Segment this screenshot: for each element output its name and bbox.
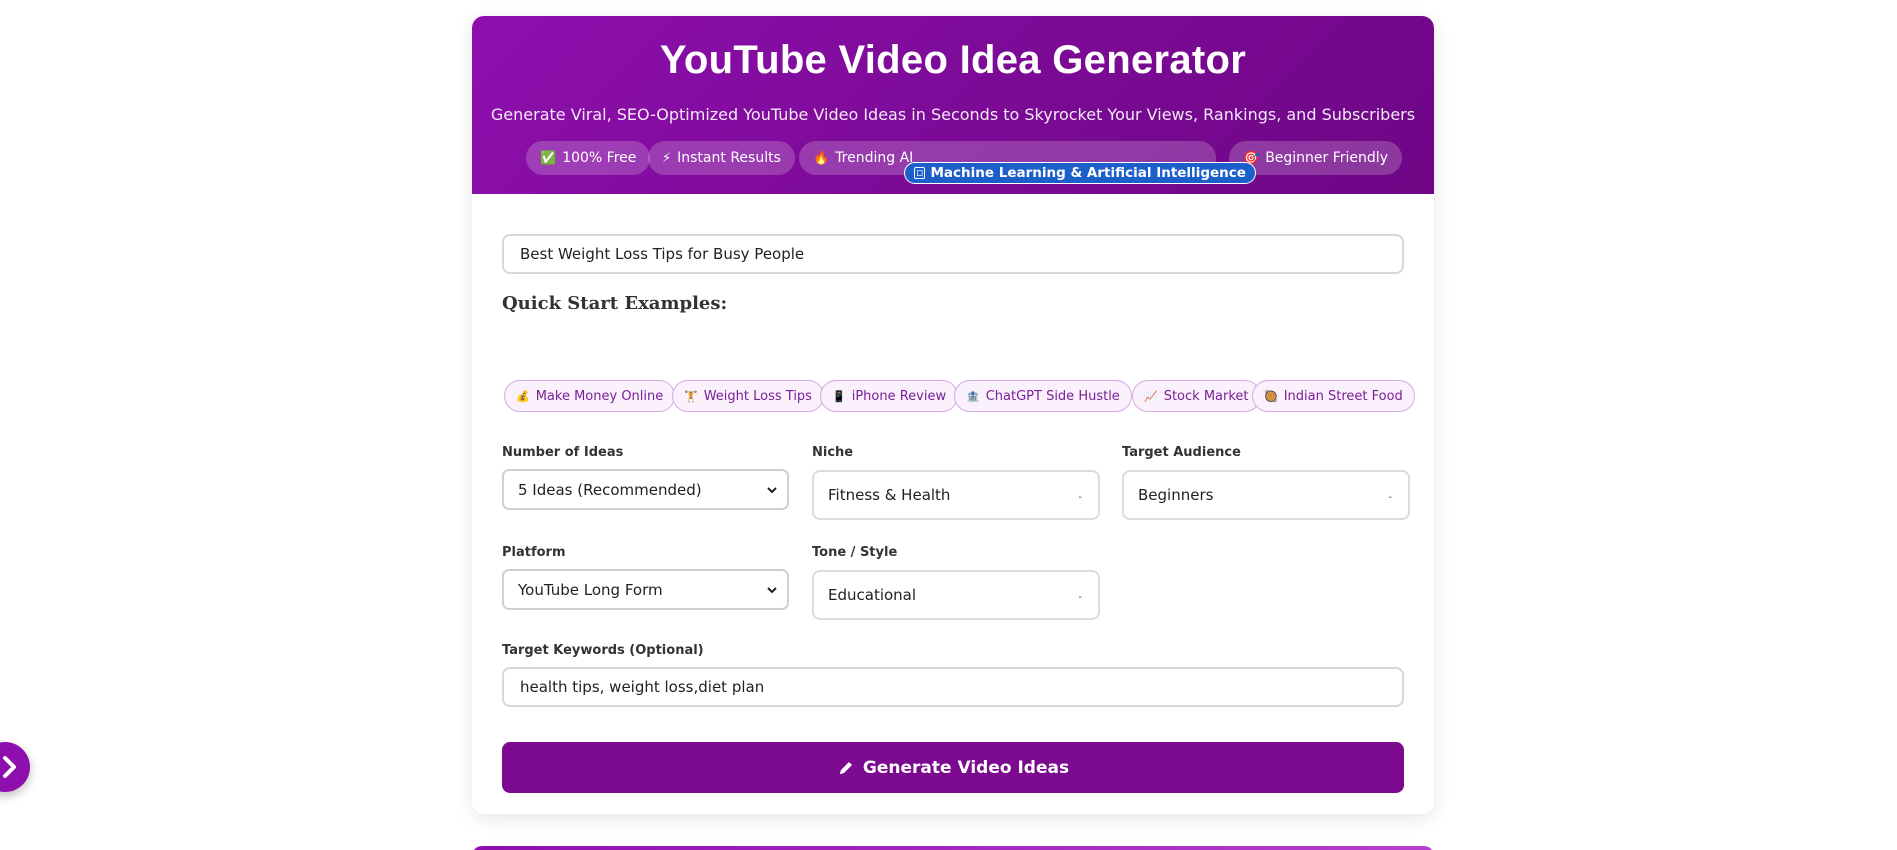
example-chip-chatgpt[interactable]: 🏦 ChatGPT Side Hustle [954, 380, 1132, 412]
niche-select[interactable]: Fitness & Health - [812, 470, 1100, 520]
page-title: YouTube Video Idea Generator [659, 38, 1247, 82]
quick-start-title: Quick Start Examples: [502, 293, 728, 314]
chip-icon: ▫ [914, 166, 926, 179]
page-subtitle: Generate Viral, SEO-Optimized YouTube Vi… [490, 105, 1416, 124]
audience-select[interactable]: Beginners - [1122, 470, 1410, 520]
badge-instant: ⚡ Instant Results [648, 141, 795, 175]
weightlifter-icon: 🏋 [684, 389, 698, 403]
num-ideas-label: Number of Ideas [502, 445, 624, 460]
keywords-input[interactable]: health tips, weight loss,diet plan [502, 667, 1404, 707]
audience-label: Target Audience [1122, 445, 1241, 460]
dropdown-indicator-icon: - [1078, 592, 1082, 603]
food-icon: 🥘 [1264, 389, 1278, 403]
tooltip-badge: ▫ Machine Learning & Artificial Intellig… [904, 162, 1256, 184]
example-chip-stock[interactable]: 📈 Stock Market [1132, 380, 1261, 412]
badge-free: ✅ 100% Free [526, 141, 651, 175]
lightning-icon: ⚡ [662, 150, 672, 166]
example-chip-make-money[interactable]: 💰 Make Money Online [504, 380, 676, 412]
tone-label: Tone / Style [812, 545, 898, 560]
topic-input[interactable]: Best Weight Loss Tips for Busy People [502, 234, 1404, 274]
chevron-down-icon [767, 587, 777, 594]
generator-card: YouTube Video Idea Generator Generate Vi… [472, 16, 1434, 814]
phone-icon: 📱 [832, 389, 846, 403]
pencil-icon [839, 761, 852, 774]
fire-icon: 🔥 [813, 150, 830, 166]
money-bag-icon: 💰 [516, 389, 530, 403]
num-ideas-select[interactable]: 5 Ideas (Recommended) [502, 469, 789, 510]
keywords-label: Target Keywords (Optional) [502, 643, 704, 658]
checkmark-icon: ✅ [540, 150, 557, 166]
tone-select[interactable]: Educational - [812, 570, 1100, 620]
example-chip-street-food[interactable]: 🥘 Indian Street Food [1252, 380, 1415, 412]
generate-button[interactable]: Generate Video Ideas [502, 742, 1404, 793]
dropdown-indicator-icon: - [1388, 492, 1392, 503]
niche-label: Niche [812, 445, 854, 460]
chevron-right-icon [3, 756, 16, 778]
chart-up-icon: 📈 [1144, 389, 1158, 403]
platform-select[interactable]: YouTube Long Form [502, 569, 789, 610]
side-panel-toggle[interactable] [0, 742, 30, 792]
next-section-header [472, 846, 1434, 850]
example-chip-weight-loss[interactable]: 🏋 Weight Loss Tips [672, 380, 824, 412]
dropdown-indicator-icon: - [1078, 492, 1082, 503]
platform-label: Platform [502, 545, 566, 560]
chevron-down-icon [767, 487, 777, 494]
example-chip-iphone[interactable]: 📱 iPhone Review [820, 380, 959, 412]
bank-icon: 🏦 [966, 389, 980, 403]
header-banner: YouTube Video Idea Generator Generate Vi… [472, 16, 1434, 194]
